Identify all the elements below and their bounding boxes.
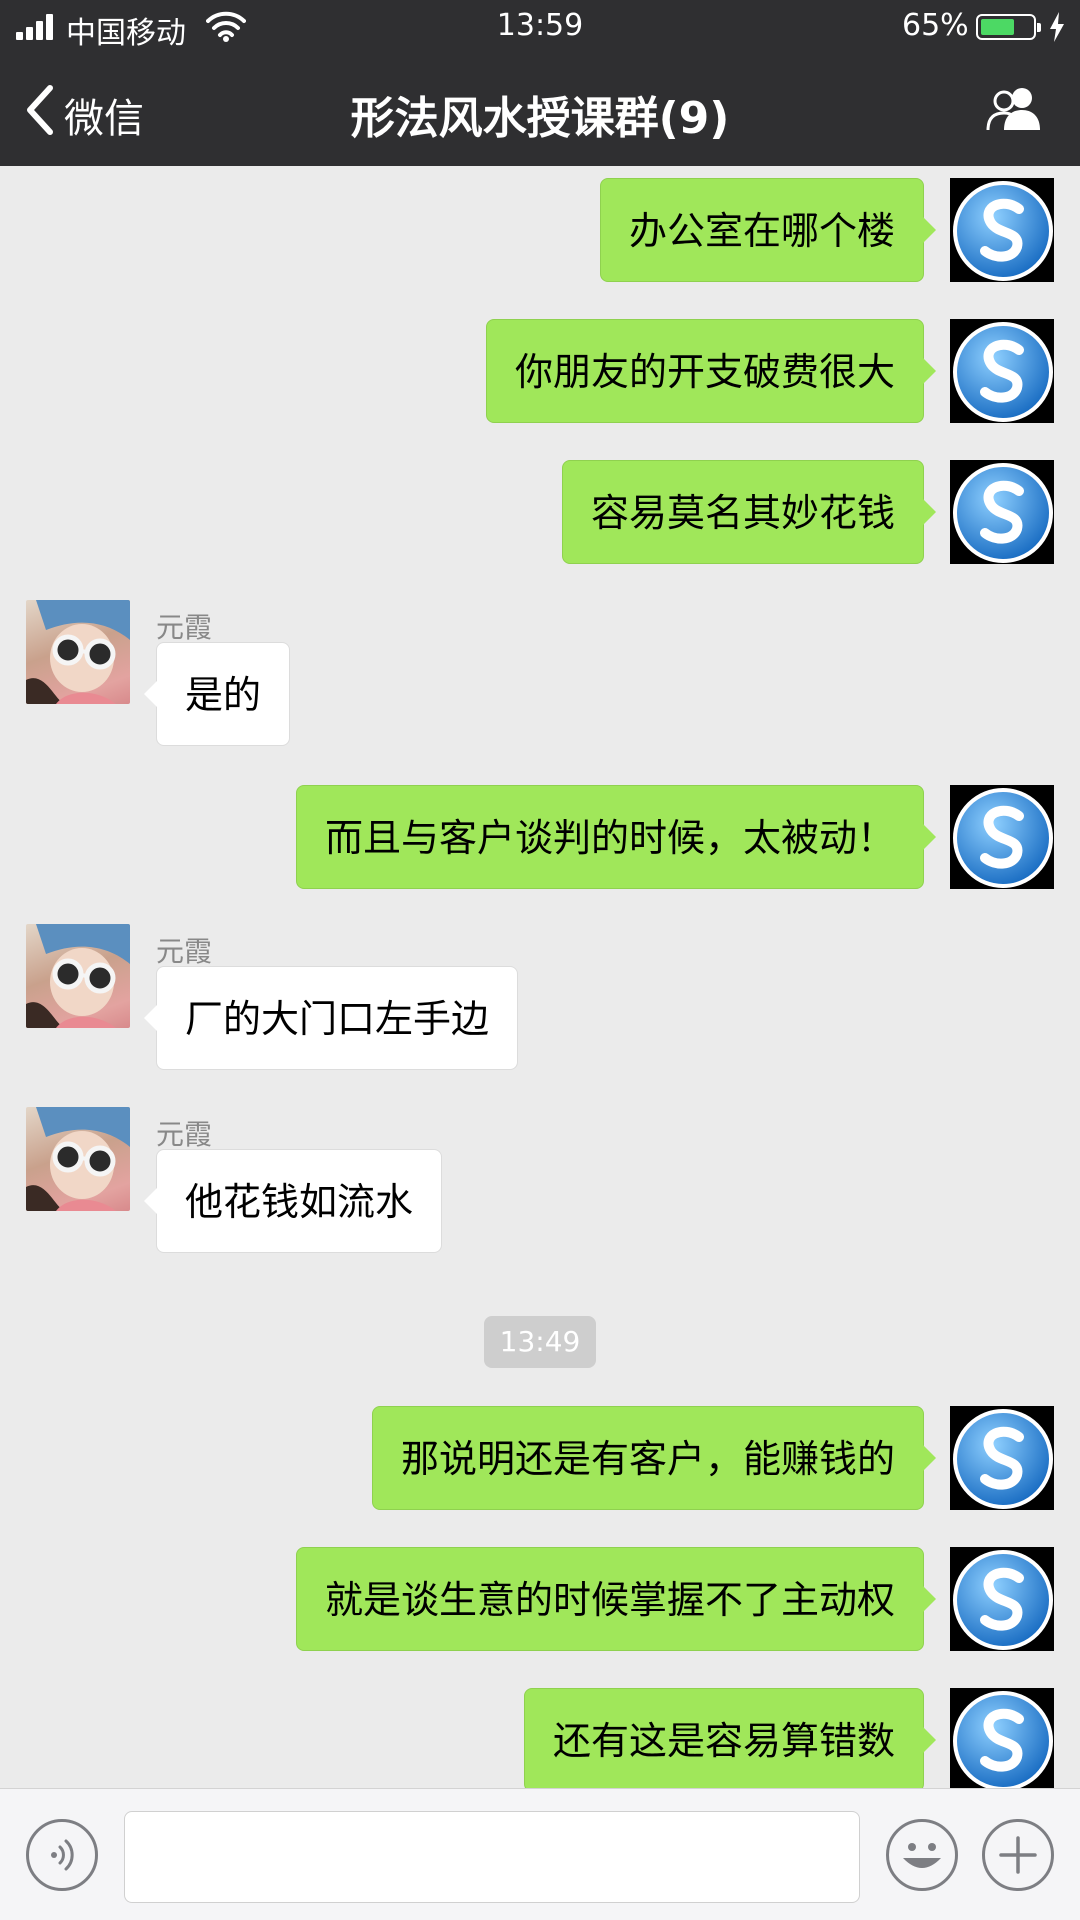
my-avatar[interactable] xyxy=(950,1406,1054,1510)
incoming-message-bubble[interactable]: 他花钱如流水 xyxy=(143,1149,443,1253)
outgoing-message-bubble[interactable]: 就是谈生意的时候掌握不了主动权 xyxy=(295,1547,937,1651)
battery-percent: 65% xyxy=(902,8,969,43)
status-bar: 中国移动 13:59 65% xyxy=(0,0,1080,54)
voice-input-icon xyxy=(51,1839,74,1871)
my-avatar[interactable] xyxy=(950,178,1054,282)
message-list[interactable]: 办公室在哪个楼 你朋友的开支破费很大 容易莫名其妙花钱 元霞 是的 而且与客户谈判的时候，… xyxy=(0,166,1080,1792)
sender-avatar[interactable] xyxy=(26,924,130,1028)
my-avatar[interactable] xyxy=(950,460,1054,564)
top-bar: 中国移动 13:59 65% 微信 形法风水授课群(9) xyxy=(0,0,1080,166)
message-timestamp: 13:49 xyxy=(484,1316,596,1368)
outgoing-message-bubble[interactable]: 你朋友的开支破费很大 xyxy=(485,319,937,423)
incoming-message-bubble[interactable]: 厂的大门口左手边 xyxy=(143,966,519,1070)
sender-name: 元霞 xyxy=(156,935,213,968)
chat-title: 形法风水授课群(9) xyxy=(350,93,730,144)
outgoing-message-bubble[interactable]: 而且与客户谈判的时候，太被动！ xyxy=(295,785,937,889)
battery-fill xyxy=(981,19,1014,35)
voice-input-button[interactable] xyxy=(26,1819,98,1891)
my-avatar[interactable] xyxy=(950,1688,1054,1792)
sender-avatar[interactable] xyxy=(26,1107,130,1211)
sender-avatar[interactable] xyxy=(26,600,130,704)
emoji-button[interactable] xyxy=(886,1819,958,1891)
my-avatar[interactable] xyxy=(950,319,1054,423)
input-bar xyxy=(0,1788,1080,1920)
charging-bolt-icon xyxy=(1050,12,1064,42)
incoming-message-bubble[interactable]: 是的 xyxy=(143,642,291,746)
my-avatar[interactable] xyxy=(950,1547,1054,1651)
more-button[interactable] xyxy=(982,1819,1054,1891)
plus-icon xyxy=(999,1836,1037,1874)
my-avatar[interactable] xyxy=(950,785,1054,889)
outgoing-message-bubble[interactable]: 办公室在哪个楼 xyxy=(599,178,937,282)
group-members-icon[interactable] xyxy=(982,84,1046,134)
message-input[interactable] xyxy=(124,1811,860,1903)
outgoing-message-bubble[interactable]: 容易莫名其妙花钱 xyxy=(561,460,937,564)
emoji-icon xyxy=(903,1843,941,1868)
outgoing-message-bubble[interactable]: 那说明还是有客户，能赚钱的 xyxy=(371,1406,937,1510)
sender-name: 元霞 xyxy=(156,611,213,644)
battery-icon xyxy=(976,14,1041,40)
outgoing-message-bubble[interactable]: 还有这是容易算错数 xyxy=(523,1688,937,1792)
sender-name: 元霞 xyxy=(156,1118,213,1151)
